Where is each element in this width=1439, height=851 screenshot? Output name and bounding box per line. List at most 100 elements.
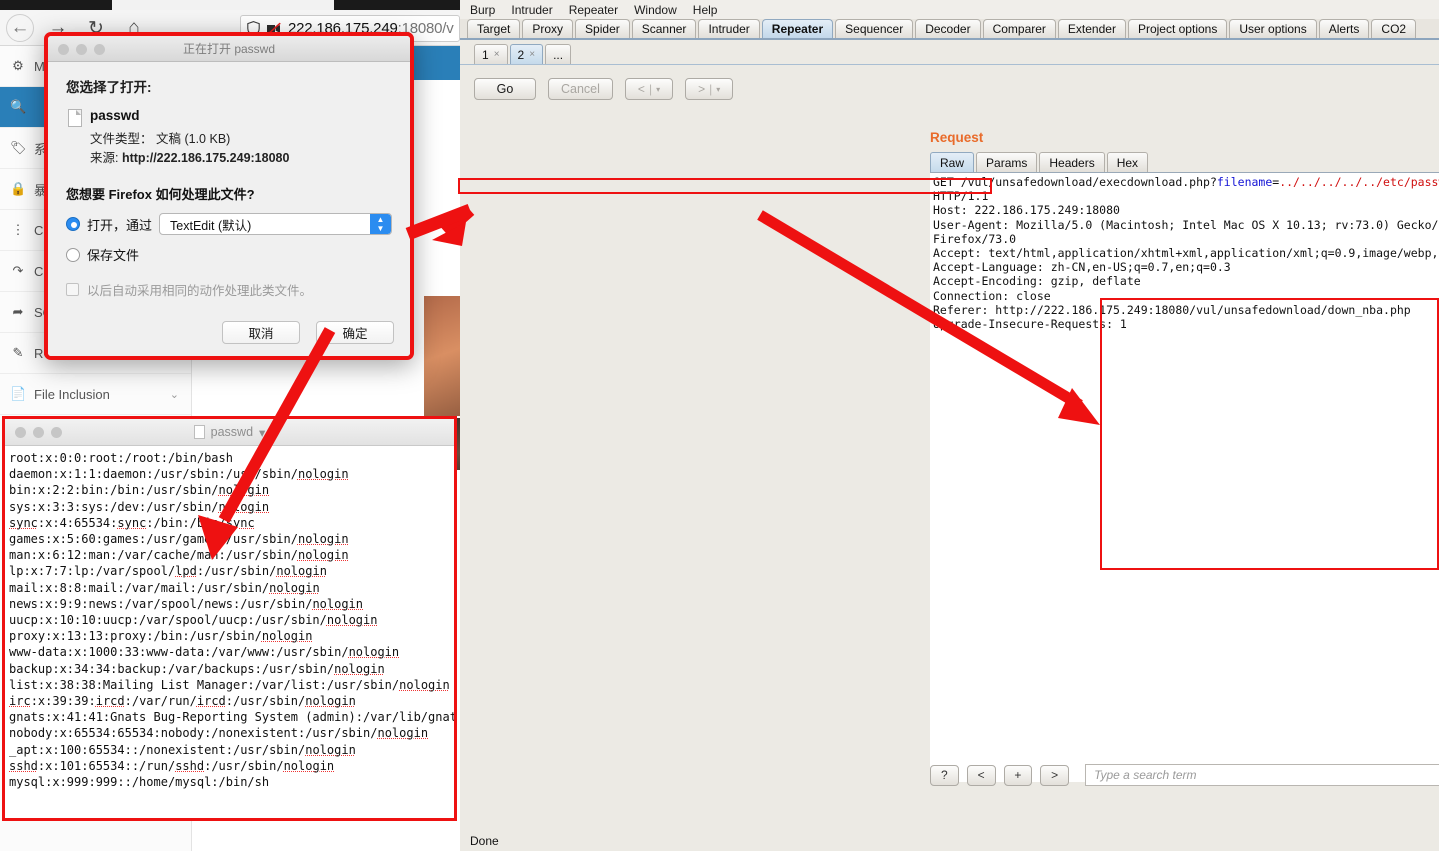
tab-user-options[interactable]: User options — [1229, 19, 1317, 38]
tab-decoder[interactable]: Decoder — [915, 19, 981, 38]
request-param-value: ../../../../../etc/passwd — [1279, 175, 1439, 189]
passwd-line: bin:x:2:2:bin:/bin:/usr/sbin/nologin — [9, 483, 270, 498]
go-button[interactable]: Go — [474, 78, 536, 100]
history-forward-button[interactable]: > | ▾ — [685, 78, 734, 100]
request-search-input[interactable]: Type a search term — [1085, 764, 1439, 786]
open-with-row[interactable]: 打开，通过 TextEdit (默认) ▲ ▼ — [66, 213, 392, 235]
maximize-icon[interactable] — [51, 427, 62, 438]
pencil-icon: ✎ — [12, 345, 24, 360]
close-icon[interactable]: × — [529, 49, 535, 60]
search-icon: 🔍 — [10, 99, 27, 114]
firefox-tabstrip — [0, 0, 460, 10]
repeater-tab-1[interactable]: 1 × — [474, 44, 508, 64]
textedit-titlebar: passwd ▾ — [5, 419, 454, 446]
close-icon[interactable]: × — [494, 49, 500, 60]
chevron-down-icon: ▾ — [656, 84, 661, 94]
application-select[interactable]: TextEdit (默认) ▲ ▼ — [159, 213, 392, 235]
history-forward-label: > — [698, 82, 706, 96]
menu-item-burp[interactable]: Burp — [470, 3, 495, 17]
search-add-button[interactable]: + — [1003, 764, 1033, 786]
request-tab-headers[interactable]: Headers — [1039, 152, 1105, 172]
file-icon: 📄 — [10, 386, 27, 401]
spellcheck-word: sshd — [175, 758, 205, 773]
passwd-line: list:x:38:38:Mailing List Manager:/var/l… — [9, 677, 450, 692]
window-traffic-lights[interactable] — [58, 44, 105, 55]
cancel-button[interactable]: 取消 — [222, 321, 300, 344]
remember-choice-checkbox[interactable] — [66, 283, 79, 296]
save-file-row[interactable]: 保存文件 — [66, 245, 392, 264]
request-tab-hex[interactable]: Hex — [1106, 152, 1149, 172]
remember-choice-label: 以后自动采用相同的动作处理此类文件。 — [87, 284, 313, 298]
separator: | — [648, 82, 653, 96]
spellcheck-word: ircd — [196, 694, 226, 709]
window-traffic-lights[interactable] — [15, 427, 62, 438]
tab-scanner[interactable]: Scanner — [631, 19, 697, 38]
save-file-label: 保存文件 — [87, 248, 140, 263]
passwd-line: backup:x:34:34:backup:/var/backups:/usr/… — [9, 661, 385, 676]
tab-sequencer[interactable]: Sequencer — [835, 19, 914, 38]
repeater-tab-2[interactable]: 2 × — [509, 44, 544, 64]
spellcheck-word: nologin — [399, 677, 450, 692]
minimize-icon[interactable] — [33, 427, 44, 438]
request-tab-raw[interactable]: Raw — [930, 152, 975, 172]
repeater-tab-...[interactable]: ... — [545, 44, 572, 64]
tab-extender[interactable]: Extender — [1057, 19, 1126, 38]
tab-spider[interactable]: Spider — [575, 19, 630, 38]
save-file-radio[interactable] — [66, 247, 80, 262]
open-with-radio[interactable] — [66, 217, 80, 231]
tab-alerts[interactable]: Alerts — [1318, 19, 1370, 38]
request-line: User-Agent: Mozilla/5.0 (Macintosh; Inte… — [933, 217, 1439, 232]
tab-project-options[interactable]: Project options — [1127, 19, 1228, 38]
request-line: Accept: text/html,application/xhtml+xml,… — [933, 246, 1439, 261]
list-icon: ⋮ — [11, 222, 25, 237]
maximize-icon[interactable] — [94, 44, 105, 55]
tab-comparer[interactable]: Comparer — [982, 19, 1056, 38]
textedit-content[interactable]: root:x:0:0:root:/root:/bin/bash daemon:x:… — [5, 446, 454, 818]
chevron-updown-icon[interactable]: ▲ ▼ — [370, 214, 391, 234]
spellcheck-word: nologin — [305, 742, 356, 757]
minimize-icon[interactable] — [76, 44, 87, 55]
passwd-line: mysql:x:999:999::/home/mysql:/bin/sh — [9, 775, 270, 790]
request-line: Accept-Encoding: gzip, deflate — [933, 274, 1141, 289]
tab-target[interactable]: Target — [467, 19, 521, 38]
passwd-line: man:x:6:12:man:/var/cache/man:/usr/sbin/… — [9, 548, 349, 563]
back-arrow-icon[interactable]: ← — [6, 14, 34, 42]
menu-item-repeater[interactable]: Repeater — [569, 3, 618, 17]
menu-item-window[interactable]: Window — [634, 3, 677, 17]
dialog-file-type-value: 文稿 (1.0 KB) — [156, 132, 231, 146]
tab-co2[interactable]: CO2 — [1371, 19, 1417, 38]
dialog-body: 您选择了打开: passwd 文件类型： 文稿 (1.0 KB) 来源: htt… — [48, 62, 410, 356]
request-line: GET /vul/unsafedownload/execdownload.php… — [933, 175, 1439, 189]
status-text: Done — [470, 834, 499, 848]
passwd-line: _apt:x:100:65534::/nonexistent:/usr/sbin… — [9, 742, 356, 757]
close-icon[interactable] — [58, 44, 69, 55]
request-tab-params[interactable]: Params — [976, 152, 1038, 172]
tab-repeater[interactable]: Repeater — [761, 19, 834, 38]
pin-icon: ➦ — [12, 304, 24, 319]
ok-button[interactable]: 确定 — [316, 321, 394, 344]
chevron-down-icon[interactable]: ▾ — [259, 425, 265, 440]
search-prev-button[interactable]: < — [966, 764, 996, 786]
remember-choice-row[interactable]: 以后自动采用相同的动作处理此类文件。 — [66, 280, 392, 299]
spellcheck-word: nologin — [348, 645, 400, 660]
dialog-file-name: passwd — [90, 108, 140, 123]
repeater-tab-label: ... — [553, 47, 564, 62]
spellcheck-word: nologin — [276, 564, 327, 579]
repeater-tab-strip: 1 × 2 ×... — [460, 40, 1439, 65]
request-param-name: filename — [1216, 175, 1273, 189]
spellcheck-word: nologin — [297, 467, 349, 482]
menu-item-intruder[interactable]: Intruder — [511, 3, 552, 17]
request-raw-text[interactable]: GET /vul/unsafedownload/execdownload.php… — [930, 173, 1439, 333]
tab-proxy[interactable]: Proxy — [522, 19, 574, 38]
search-help-button[interactable]: ? — [930, 764, 959, 786]
history-back-button[interactable]: < | ▾ — [624, 78, 674, 100]
sidebar-item-file-inclusion[interactable]: 📄 File Inclusion ⌄ — [0, 374, 191, 415]
spellcheck-word: nologin — [218, 499, 270, 514]
browser-tab[interactable] — [112, 0, 334, 10]
menu-item-help[interactable]: Help — [693, 3, 718, 17]
request-method-path: GET /vul/unsafedownload/execdownload.php… — [933, 175, 1217, 189]
request-editor[interactable]: GET /vul/unsafedownload/execdownload.php… — [930, 172, 1439, 782]
close-icon[interactable] — [15, 427, 26, 438]
search-next-button[interactable]: > — [1040, 764, 1070, 786]
tab-intruder[interactable]: Intruder — [698, 19, 760, 38]
